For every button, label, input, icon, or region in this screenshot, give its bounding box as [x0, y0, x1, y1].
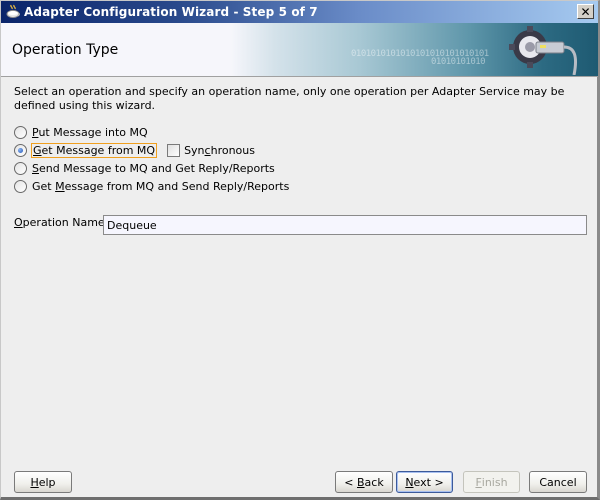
label-rest: end Message to MQ and Get Reply/Reports	[38, 161, 275, 175]
radio-label[interactable]: Get Message from MQ	[31, 142, 158, 158]
gear-plug-icon	[509, 26, 578, 75]
close-x-icon: ✕	[580, 4, 591, 19]
banner-binary-text-2: 01010101010	[431, 57, 486, 67]
window-title: Adapter Configuration Wizard - Step 5 of…	[24, 5, 318, 19]
header-banner: 0101010101010101010101010101 01010101010	[231, 23, 598, 76]
mnemonic: O	[14, 216, 23, 229]
synchronous-label[interactable]: Synchronous	[184, 144, 255, 157]
label-rest: et Message from MQ	[41, 143, 156, 157]
next-button[interactable]: Next >	[396, 471, 453, 493]
radio-get-send-reply[interactable]: Get Message from MQ and Send Reply/Repor…	[14, 178, 290, 194]
label-pre: Syn	[184, 143, 205, 157]
label-rest: ut Message into MQ	[38, 125, 148, 139]
label-pre: <	[344, 475, 357, 489]
radio-label[interactable]: Send Message to MQ and Get Reply/Reports	[31, 162, 276, 175]
wizard-content: Select an operation and specify an opera…	[1, 78, 598, 458]
mnemonic: H	[30, 475, 39, 489]
radio-button[interactable]	[14, 125, 27, 139]
radio-send-get-reply[interactable]: Send Message to MQ and Get Reply/Reports	[14, 160, 276, 176]
label: Cancel	[539, 475, 577, 489]
close-button[interactable]: ✕	[577, 4, 594, 19]
cancel-button[interactable]: Cancel	[529, 471, 587, 493]
wizard-header: Operation Type 0101010101010101010101010…	[1, 23, 598, 77]
radio-button[interactable]	[14, 161, 27, 175]
mnemonic: S	[32, 161, 39, 175]
label-rest: ext >	[413, 475, 444, 489]
label-rest: hronous	[210, 143, 255, 157]
title-bar[interactable]: Adapter Configuration Wizard - Step 5 of…	[1, 1, 598, 23]
radio-put-message[interactable]: Put Message into MQ	[14, 124, 149, 140]
label-rest: essage from MQ and Send Reply/Reports	[64, 179, 290, 193]
radio-label[interactable]: Get Message from MQ and Send Reply/Repor…	[31, 180, 290, 193]
mnemonic: G	[33, 143, 42, 157]
radio-button[interactable]	[14, 179, 27, 193]
label-rest: elp	[38, 475, 56, 489]
wizard-window: Adapter Configuration Wizard - Step 5 of…	[0, 0, 600, 500]
label-rest: inish	[481, 475, 508, 489]
label-rest: ack	[364, 475, 384, 489]
page-title: Operation Type	[12, 42, 119, 58]
finish-button[interactable]: Finish	[463, 471, 520, 493]
back-button[interactable]: < Back	[335, 471, 393, 493]
operation-name-input[interactable]	[103, 215, 587, 235]
radio-get-message[interactable]: Get Message from MQ Synchronous	[14, 142, 255, 158]
mnemonic: B	[357, 475, 365, 489]
mnemonic: N	[405, 475, 414, 489]
radio-label[interactable]: Put Message into MQ	[31, 126, 149, 139]
synchronous-checkbox[interactable]	[167, 143, 181, 157]
radio-button-selected[interactable]	[14, 143, 27, 157]
mnemonic: M	[55, 179, 65, 193]
instructions-text: Select an operation and specify an opera…	[14, 85, 565, 112]
java-cup-icon	[5, 4, 21, 20]
operation-name-label: Operation Name	[14, 216, 105, 229]
label-pre: Get	[32, 179, 56, 193]
help-button[interactable]: Help	[14, 471, 72, 493]
label-rest: peration Name	[22, 216, 105, 229]
